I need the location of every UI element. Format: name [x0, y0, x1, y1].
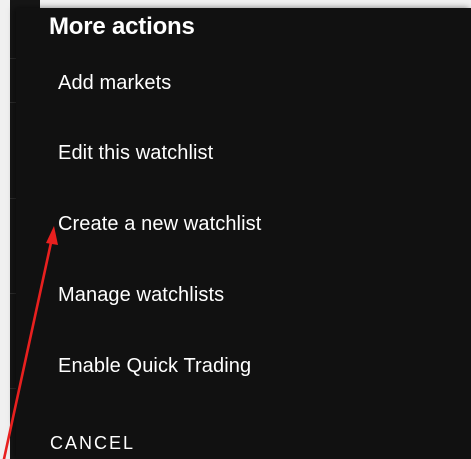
menu-item-enable-quick-trading[interactable]: Enable Quick Trading [16, 331, 471, 402]
menu-item-manage-watchlists[interactable]: Manage watchlists [16, 260, 471, 331]
actions-menu: Add markets Edit this watchlist Create a… [16, 48, 471, 402]
menu-item-edit-watchlist[interactable]: Edit this watchlist [16, 118, 471, 189]
sheet-title: More actions [49, 13, 195, 40]
menu-item-add-markets[interactable]: Add markets [16, 48, 471, 118]
cancel-button[interactable]: CANCEL [50, 433, 135, 454]
menu-item-create-watchlist[interactable]: Create a new watchlist [16, 189, 471, 260]
more-actions-sheet: More actions Add markets Edit this watch… [16, 8, 471, 459]
